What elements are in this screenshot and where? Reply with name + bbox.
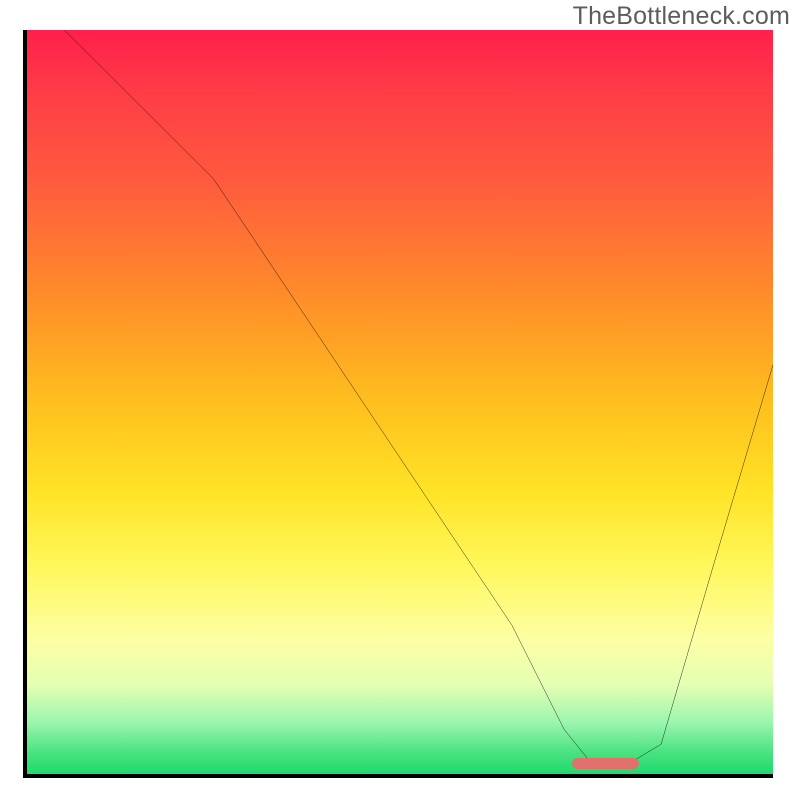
bottleneck-curve: [27, 30, 773, 774]
watermark-text: TheBottleneck.com: [573, 2, 790, 31]
chart-container: TheBottleneck.com: [0, 0, 800, 800]
curve-path: [64, 30, 773, 767]
optimal-marker: [572, 758, 639, 769]
plot-area: [23, 30, 773, 778]
